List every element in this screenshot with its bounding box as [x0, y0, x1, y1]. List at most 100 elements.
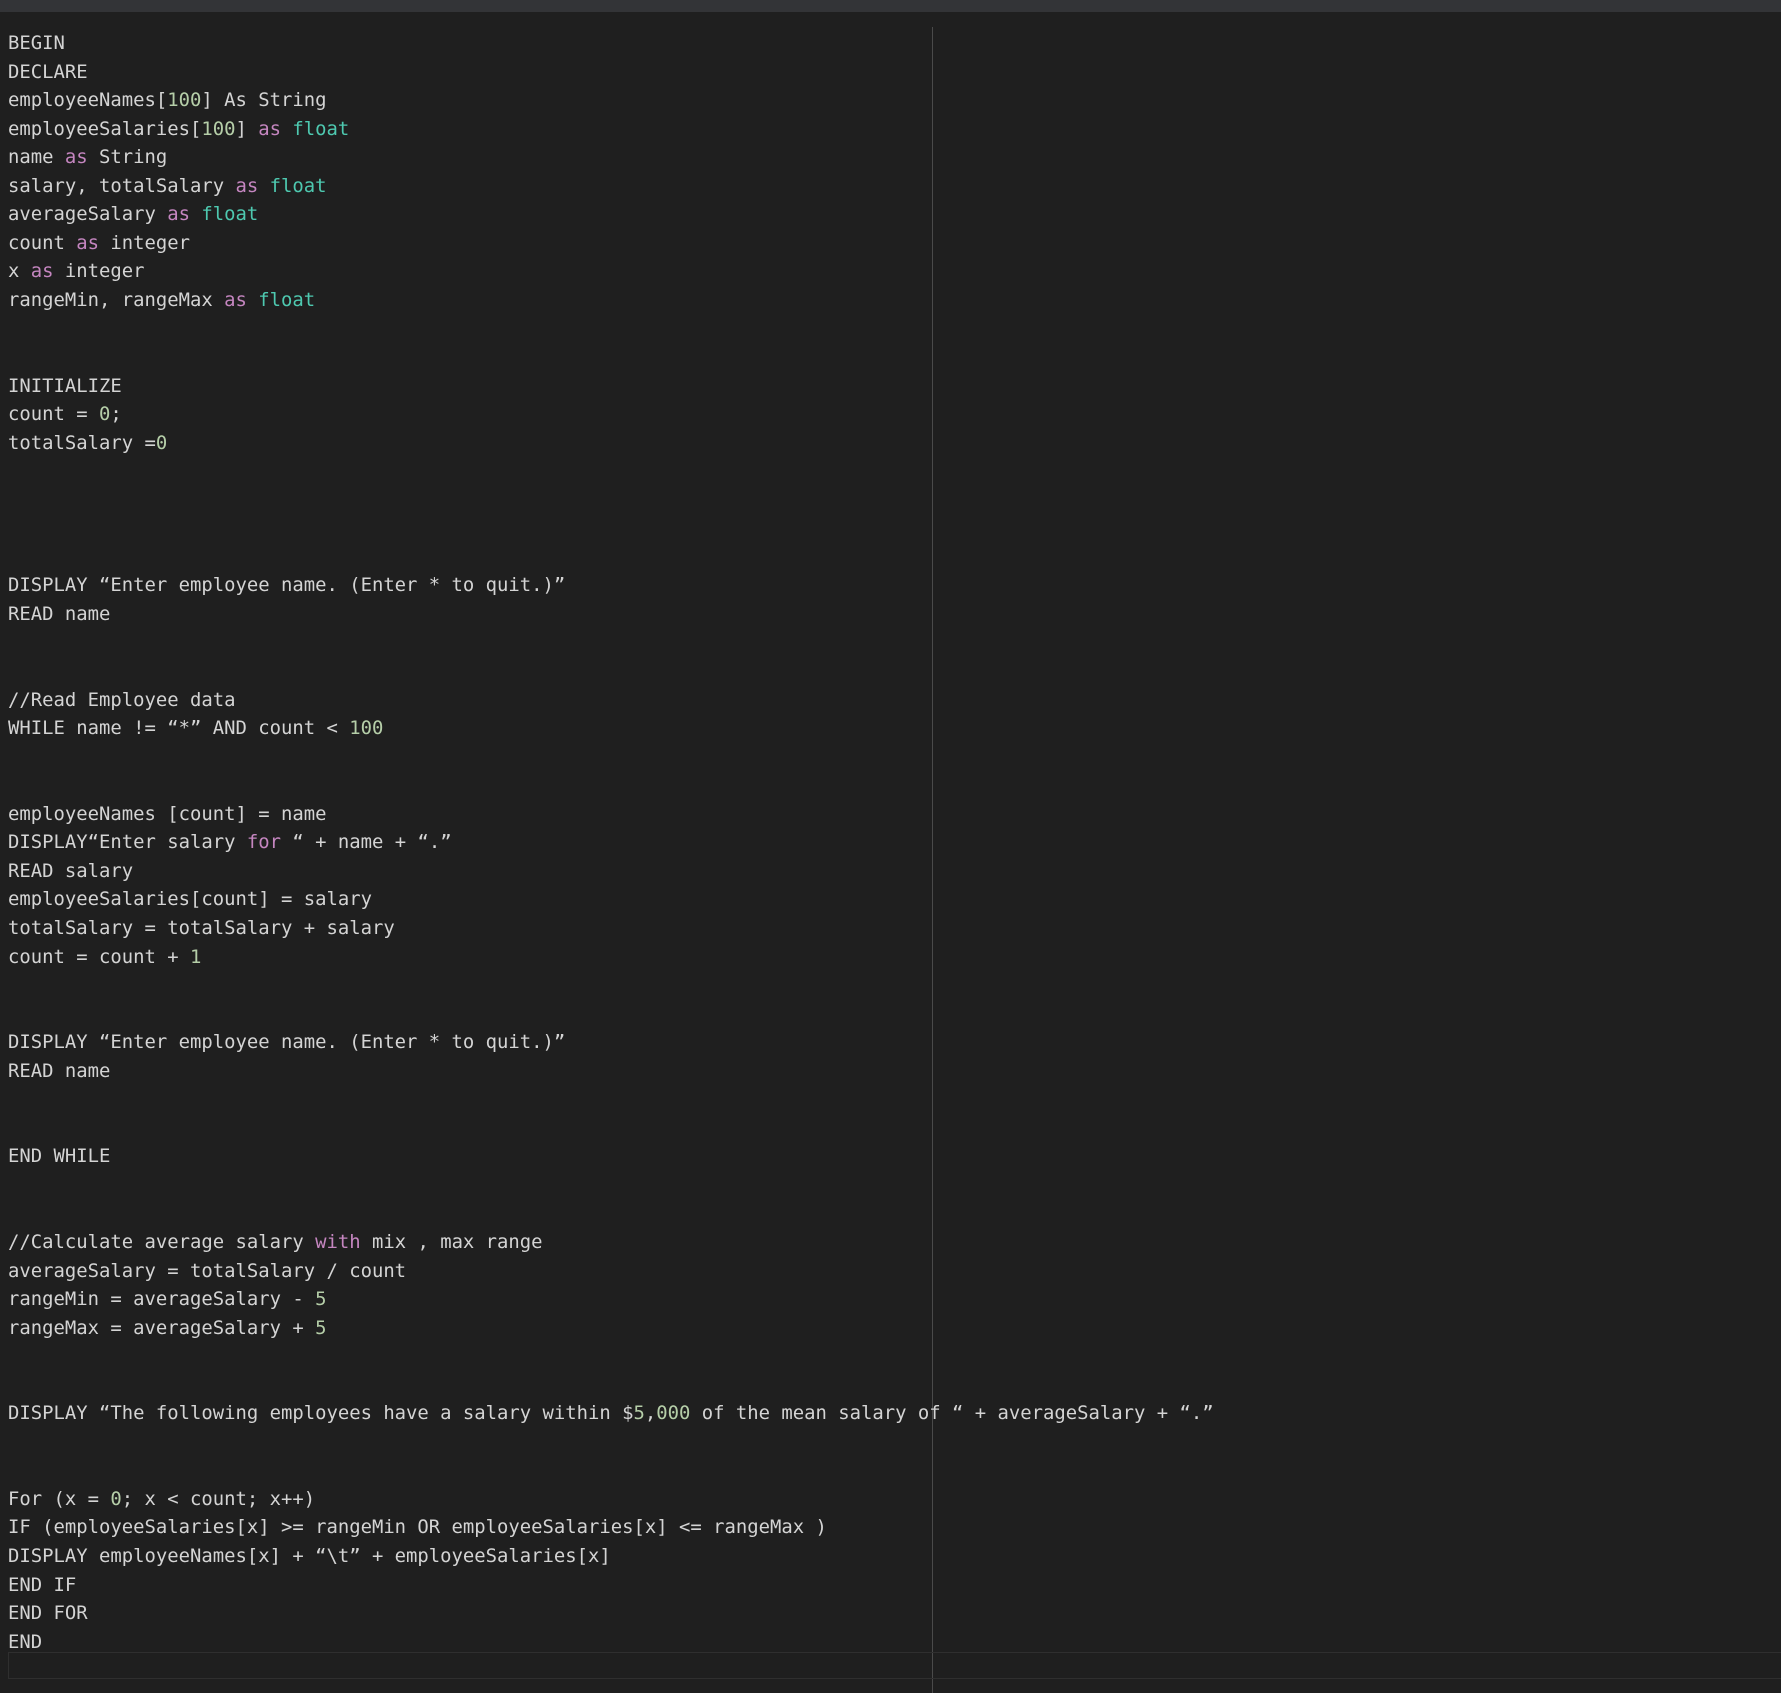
- code-line[interactable]: averageSalary = totalSalary / count: [8, 1257, 1214, 1286]
- code-token: READ name: [8, 602, 111, 625]
- code-token: DECLARE: [8, 60, 88, 83]
- code-token: ;: [110, 403, 122, 426]
- code-line[interactable]: averageSalary as float: [8, 200, 1214, 229]
- code-token: READ name: [8, 1059, 111, 1082]
- code-line[interactable]: END FOR: [8, 1599, 1214, 1628]
- code-line[interactable]: WHILE name != “*” AND count < 100: [8, 714, 1214, 743]
- code-token: float: [258, 288, 316, 311]
- code-line[interactable]: count = 0;: [8, 400, 1214, 429]
- code-token: averageSalary: [8, 203, 168, 226]
- code-line[interactable]: employeeNames [count] = name: [8, 800, 1214, 829]
- code-token: 5: [633, 1402, 645, 1425]
- code-line[interactable]: [8, 1114, 1214, 1143]
- code-line[interactable]: [8, 457, 1214, 486]
- code-line[interactable]: [8, 514, 1214, 543]
- code-line[interactable]: rangeMin = averageSalary - 5: [8, 1285, 1214, 1314]
- code-line[interactable]: employeeNames[100] As String: [8, 86, 1214, 115]
- code-text[interactable]: BEGIN DECLARE employeeNames[100] As String…: [8, 29, 1214, 1656]
- code-token: employeeSalaries[: [8, 117, 202, 140]
- code-token: rangeMin = averageSalary -: [8, 1288, 316, 1311]
- code-token: mix , max range: [360, 1230, 543, 1253]
- code-token: averageSalary = totalSalary / count: [8, 1259, 407, 1282]
- code-token: END IF: [8, 1573, 77, 1596]
- code-token: 100: [167, 89, 202, 112]
- code-line[interactable]: [8, 1342, 1214, 1371]
- code-token: INITIALIZE: [8, 374, 122, 397]
- code-line[interactable]: totalSalary = totalSalary + salary: [8, 914, 1214, 943]
- code-line[interactable]: rangeMax = averageSalary + 5: [8, 1314, 1214, 1343]
- code-line[interactable]: [8, 343, 1214, 372]
- code-token: employeeNames [count] = name: [8, 802, 327, 825]
- code-line[interactable]: [8, 771, 1214, 800]
- code-line[interactable]: INITIALIZE: [8, 372, 1214, 401]
- code-line[interactable]: DECLARE: [8, 58, 1214, 87]
- code-token: READ salary: [8, 859, 134, 882]
- code-line[interactable]: DISPLAY “The following employees have a …: [8, 1399, 1214, 1428]
- code-line[interactable]: totalSalary =0: [8, 429, 1214, 458]
- code-token: salary, totalSalary: [8, 174, 236, 197]
- code-line[interactable]: [8, 1428, 1214, 1457]
- code-line[interactable]: END: [8, 1628, 1214, 1657]
- code-token: //Calculate average salary: [8, 1230, 316, 1253]
- code-line[interactable]: READ name: [8, 600, 1214, 629]
- code-token: count = count +: [8, 945, 190, 968]
- code-token: ] As String: [201, 89, 327, 112]
- code-line[interactable]: rangeMin, rangeMax as float: [8, 286, 1214, 315]
- code-line[interactable]: salary, totalSalary as float: [8, 172, 1214, 201]
- code-line[interactable]: [8, 971, 1214, 1000]
- window-title-bar: [0, 0, 1781, 12]
- code-line[interactable]: DISPLAY “Enter employee name. (Enter * t…: [8, 1028, 1214, 1057]
- code-token: END WHILE: [8, 1145, 111, 1168]
- code-token: END: [8, 1630, 43, 1653]
- code-line[interactable]: READ name: [8, 1057, 1214, 1086]
- code-line[interactable]: BEGIN: [8, 29, 1214, 58]
- code-line[interactable]: DISPLAY “Enter employee name. (Enter * t…: [8, 571, 1214, 600]
- code-token: IF (employeeSalaries[x] >= rangeMin OR e…: [8, 1516, 827, 1539]
- code-token: for: [246, 831, 281, 854]
- code-line[interactable]: DISPLAY employeeNames[x] + “\t” + employ…: [8, 1542, 1214, 1571]
- code-token: as: [224, 288, 247, 311]
- code-line[interactable]: [8, 657, 1214, 686]
- code-line[interactable]: [8, 1085, 1214, 1114]
- code-line[interactable]: [8, 1456, 1214, 1485]
- code-line[interactable]: [8, 1371, 1214, 1400]
- code-token: WHILE name != “*” AND count <: [8, 717, 350, 740]
- code-line[interactable]: [8, 543, 1214, 572]
- code-line[interactable]: [8, 628, 1214, 657]
- code-line[interactable]: //Calculate average salary with mix , ma…: [8, 1228, 1214, 1257]
- code-line[interactable]: employeeSalaries[100] as float: [8, 115, 1214, 144]
- code-line[interactable]: count as integer: [8, 229, 1214, 258]
- code-token: //Read Employee data: [8, 688, 236, 711]
- code-line[interactable]: [8, 1171, 1214, 1200]
- code-line[interactable]: [8, 1199, 1214, 1228]
- code-token: as: [235, 174, 259, 197]
- code-token: as: [258, 117, 281, 140]
- code-token: ; x < count; x++): [121, 1487, 316, 1510]
- code-line[interactable]: READ salary: [8, 857, 1214, 886]
- code-line[interactable]: IF (employeeSalaries[x] >= rangeMin OR e…: [8, 1513, 1214, 1542]
- code-token: with: [315, 1230, 361, 1253]
- code-token: totalSalary = totalSalary + salary: [8, 916, 395, 939]
- code-line[interactable]: END WHILE: [8, 1142, 1214, 1171]
- code-line[interactable]: [8, 314, 1214, 343]
- code-line[interactable]: [8, 743, 1214, 772]
- code-line[interactable]: [8, 486, 1214, 515]
- code-token: String: [87, 146, 168, 169]
- code-line[interactable]: [8, 1000, 1214, 1029]
- code-token: x: [8, 260, 31, 283]
- code-line[interactable]: employeeSalaries[count] = salary: [8, 885, 1214, 914]
- code-line[interactable]: //Read Employee data: [8, 686, 1214, 715]
- code-line[interactable]: DISPLAY“Enter salary for “ + name + “.”: [8, 828, 1214, 857]
- code-line[interactable]: END IF: [8, 1571, 1214, 1600]
- code-line[interactable]: count = count + 1: [8, 943, 1214, 972]
- code-editor[interactable]: BEGIN DECLARE employeeNames[100] As String…: [0, 12, 1781, 1693]
- code-line[interactable]: For (x = 0; x < count; x++): [8, 1485, 1214, 1514]
- code-token: as: [76, 231, 99, 254]
- code-token: 100: [349, 717, 384, 740]
- code-token: of the mean salary of “ + averageSalary …: [690, 1402, 1214, 1425]
- code-line[interactable]: name as String: [8, 143, 1214, 172]
- code-line[interactable]: x as integer: [8, 257, 1214, 286]
